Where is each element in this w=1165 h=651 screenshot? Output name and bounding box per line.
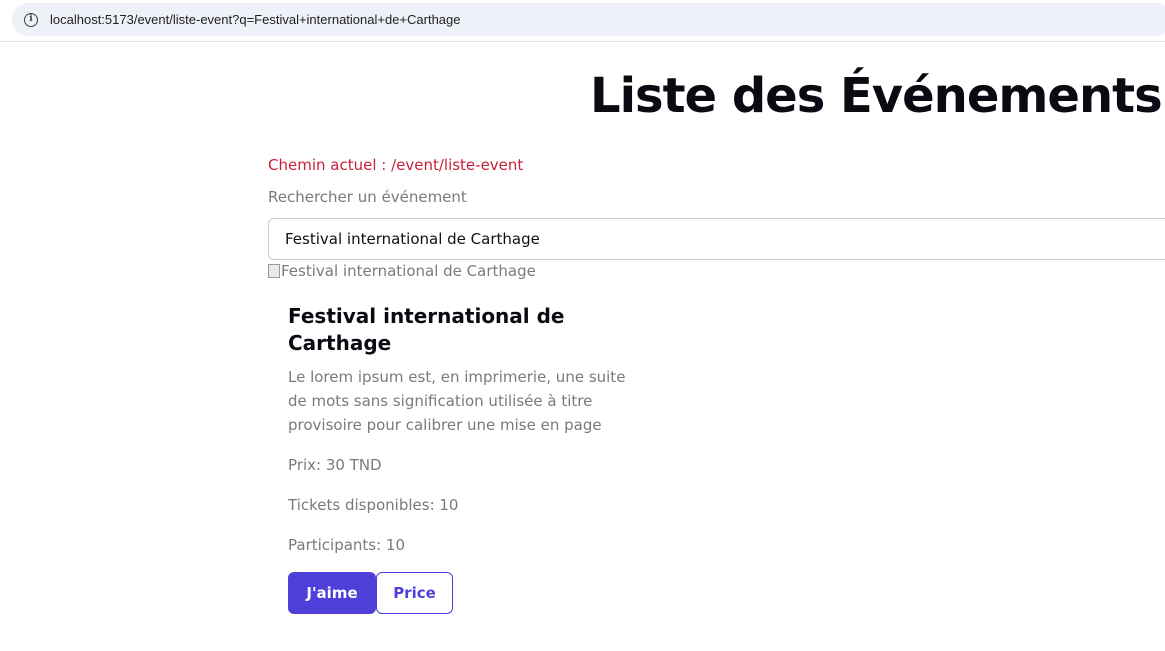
like-button[interactable]: J'aime <box>288 572 376 614</box>
search-label: Rechercher un événement <box>268 188 467 206</box>
event-image-alt: Festival international de Carthage <box>281 262 536 280</box>
broken-image-icon <box>268 264 280 278</box>
current-path-label: Chemin actuel : /event/liste-event <box>268 156 524 174</box>
page-title: Liste des Événements <box>590 68 1163 124</box>
event-card: Festival international de Carthage Le lo… <box>288 303 648 623</box>
url-field[interactable]: i localhost:5173/event/liste-event?q=Fes… <box>12 3 1165 36</box>
event-title: Festival international de Carthage <box>288 304 565 355</box>
event-participants: Participants: 10 <box>288 536 406 554</box>
url-text[interactable]: localhost:5173/event/liste-event?q=Festi… <box>50 12 461 27</box>
info-icon[interactable]: i <box>24 13 38 27</box>
event-tickets: Tickets disponibles: 10 <box>288 496 459 514</box>
price-button[interactable]: Price <box>376 572 453 614</box>
event-description: Le lorem ipsum est, en imprimerie, une s… <box>288 368 626 434</box>
search-input[interactable] <box>268 218 1165 260</box>
event-price: Prix: 30 TND <box>288 456 382 474</box>
browser-address-bar: i localhost:5173/event/liste-event?q=Fes… <box>0 0 1165 42</box>
event-image: Festival international de Carthage <box>268 262 536 280</box>
event-actions: J'aime Price <box>288 572 453 614</box>
